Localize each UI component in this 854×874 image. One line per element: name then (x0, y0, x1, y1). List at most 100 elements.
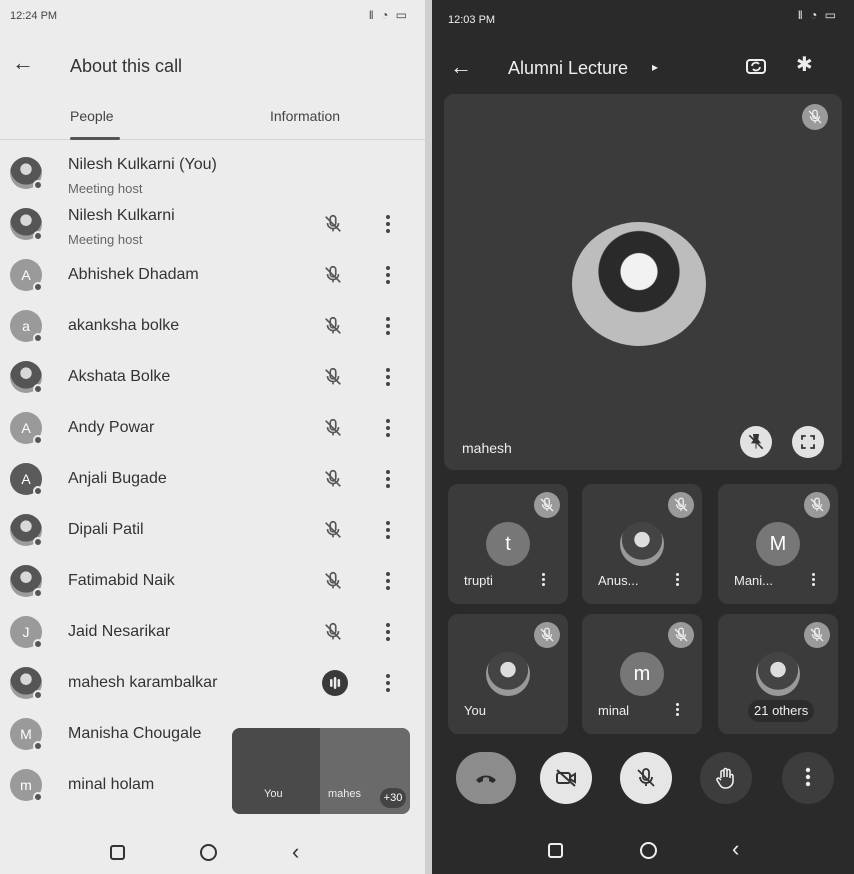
participant-tile[interactable]: You (448, 614, 568, 734)
participant-row[interactable]: mahesh karambalkar (0, 658, 425, 709)
participant-row[interactable]: A Anjali Bugade (0, 454, 425, 505)
home-icon[interactable] (200, 844, 217, 861)
mic-off-icon (324, 367, 342, 386)
participant-options-icon[interactable] (380, 570, 396, 592)
tile-avatar: m (620, 652, 664, 696)
tile-name: Anus... (598, 573, 639, 588)
status-dot (33, 639, 43, 649)
participant-row[interactable]: Nilesh Kulkarni Meeting host (0, 199, 425, 250)
unpin-button[interactable] (740, 426, 772, 458)
muted-icon (804, 492, 830, 518)
participant-row[interactable]: Dipali Patil (0, 505, 425, 556)
main-speaker-tile[interactable]: mahesh (444, 94, 842, 470)
participant-list: Nilesh Kulkarni (You) Meeting host Nilesh … (0, 148, 425, 811)
mini-speaker-label: mahes (328, 788, 362, 800)
avatar-initial: A (21, 420, 31, 436)
tile-options-icon[interactable] (808, 572, 818, 588)
tab-information[interactable]: Information (270, 108, 340, 124)
more-options-button[interactable] (782, 752, 834, 804)
avatar-initial: m (20, 777, 32, 793)
participant-options-icon[interactable] (380, 468, 396, 490)
participant-name: Akshata Bolke (68, 368, 171, 385)
tile-options-icon[interactable] (538, 572, 548, 588)
status-bar: 12:24 PM ‖ ◔ ▭ (0, 0, 425, 34)
speaker-avatar (572, 222, 706, 346)
avatar (10, 157, 43, 190)
recents-icon[interactable] (548, 843, 563, 858)
tile-options-icon[interactable] (672, 572, 682, 588)
home-icon[interactable] (640, 842, 657, 859)
participant-row[interactable]: Nilesh Kulkarni (You) Meeting host (0, 148, 425, 199)
participant-row[interactable]: Fatimabid Naik (0, 556, 425, 607)
participant-name: Manisha Chougale (68, 725, 202, 742)
avatar: A (10, 463, 43, 496)
participant-name: Abhishek Dhadam (68, 266, 199, 283)
mini-speaker-tile: mahes +30 (320, 728, 410, 814)
participant-name: minal holam (68, 776, 155, 793)
nav-back-icon[interactable]: ‹ (292, 839, 299, 865)
status-dot (33, 384, 43, 394)
nav-back-icon[interactable]: ‹ (732, 836, 739, 862)
fullscreen-button[interactable] (792, 426, 824, 458)
tile-name: You (464, 703, 486, 718)
participant-name: Andy Powar (68, 419, 155, 436)
status-dot (33, 231, 43, 241)
tile-options-icon[interactable] (672, 702, 682, 718)
avatar (10, 565, 43, 598)
status-dot (33, 282, 43, 292)
back-arrow-icon[interactable]: ← (12, 50, 34, 76)
mini-call-preview[interactable]: You mahes +30 (232, 728, 410, 814)
others-count-label[interactable]: 21 others (748, 700, 815, 722)
raise-hand-button[interactable] (700, 752, 752, 804)
recents-icon[interactable] (110, 845, 125, 860)
participant-options-icon[interactable] (380, 519, 396, 541)
participant-row[interactable]: Akshata Bolke (0, 352, 425, 403)
mini-self-label: You (264, 788, 283, 800)
muted-icon (668, 492, 694, 518)
avatar: A (10, 259, 43, 292)
muted-icon (802, 104, 828, 130)
status-dot (33, 180, 43, 190)
system-nav-bar: ‹ (0, 834, 425, 874)
status-dot (33, 741, 43, 751)
call-app-bar: ← Alumni Lecture ▸ ✱ (432, 50, 854, 86)
status-dot (33, 537, 43, 547)
switch-camera-icon[interactable] (744, 54, 768, 78)
participant-tile[interactable]: t trupti (448, 484, 568, 604)
participant-tile[interactable]: m minal (582, 614, 702, 734)
avatar: M (10, 718, 43, 751)
participant-options-icon[interactable] (380, 315, 396, 337)
status-dot (33, 690, 43, 700)
participant-options-icon[interactable] (380, 264, 396, 286)
back-arrow-icon[interactable]: ← (450, 54, 472, 80)
participant-options-icon[interactable] (380, 621, 396, 643)
participant-options-icon[interactable] (380, 366, 396, 388)
participant-options-icon[interactable] (380, 417, 396, 439)
mic-off-icon (324, 214, 342, 233)
avatar: J (10, 616, 43, 649)
bluetooth-icon[interactable]: ✱ (796, 52, 813, 77)
participant-tile[interactable]: M Mani... (718, 484, 838, 604)
camera-off-button[interactable] (540, 752, 592, 804)
participant-role: Meeting host (68, 181, 143, 196)
participant-options-icon[interactable] (380, 213, 396, 235)
muted-icon (534, 622, 560, 648)
tile-avatar: M (756, 522, 800, 566)
tab-people[interactable]: People (70, 108, 114, 124)
participant-tile[interactable]: Anus... (582, 484, 702, 604)
meeting-title[interactable]: Alumni Lecture (508, 58, 628, 79)
participant-row[interactable]: a akanksha bolke (0, 301, 425, 352)
tab-active-indicator (70, 137, 120, 140)
mic-off-button[interactable] (620, 752, 672, 804)
status-dot (33, 588, 43, 598)
mic-off-icon (324, 520, 342, 539)
end-call-button[interactable] (456, 752, 516, 804)
participant-row[interactable]: A Andy Powar (0, 403, 425, 454)
participant-tile[interactable]: 21 others (718, 614, 838, 734)
tile-avatar (620, 522, 664, 566)
participant-row[interactable]: J Jaid Nesarikar (0, 607, 425, 658)
participant-row[interactable]: A Abhishek Dhadam (0, 250, 425, 301)
participant-options-icon[interactable] (380, 672, 396, 694)
tile-name: minal (598, 703, 630, 718)
status-dot (33, 486, 43, 496)
